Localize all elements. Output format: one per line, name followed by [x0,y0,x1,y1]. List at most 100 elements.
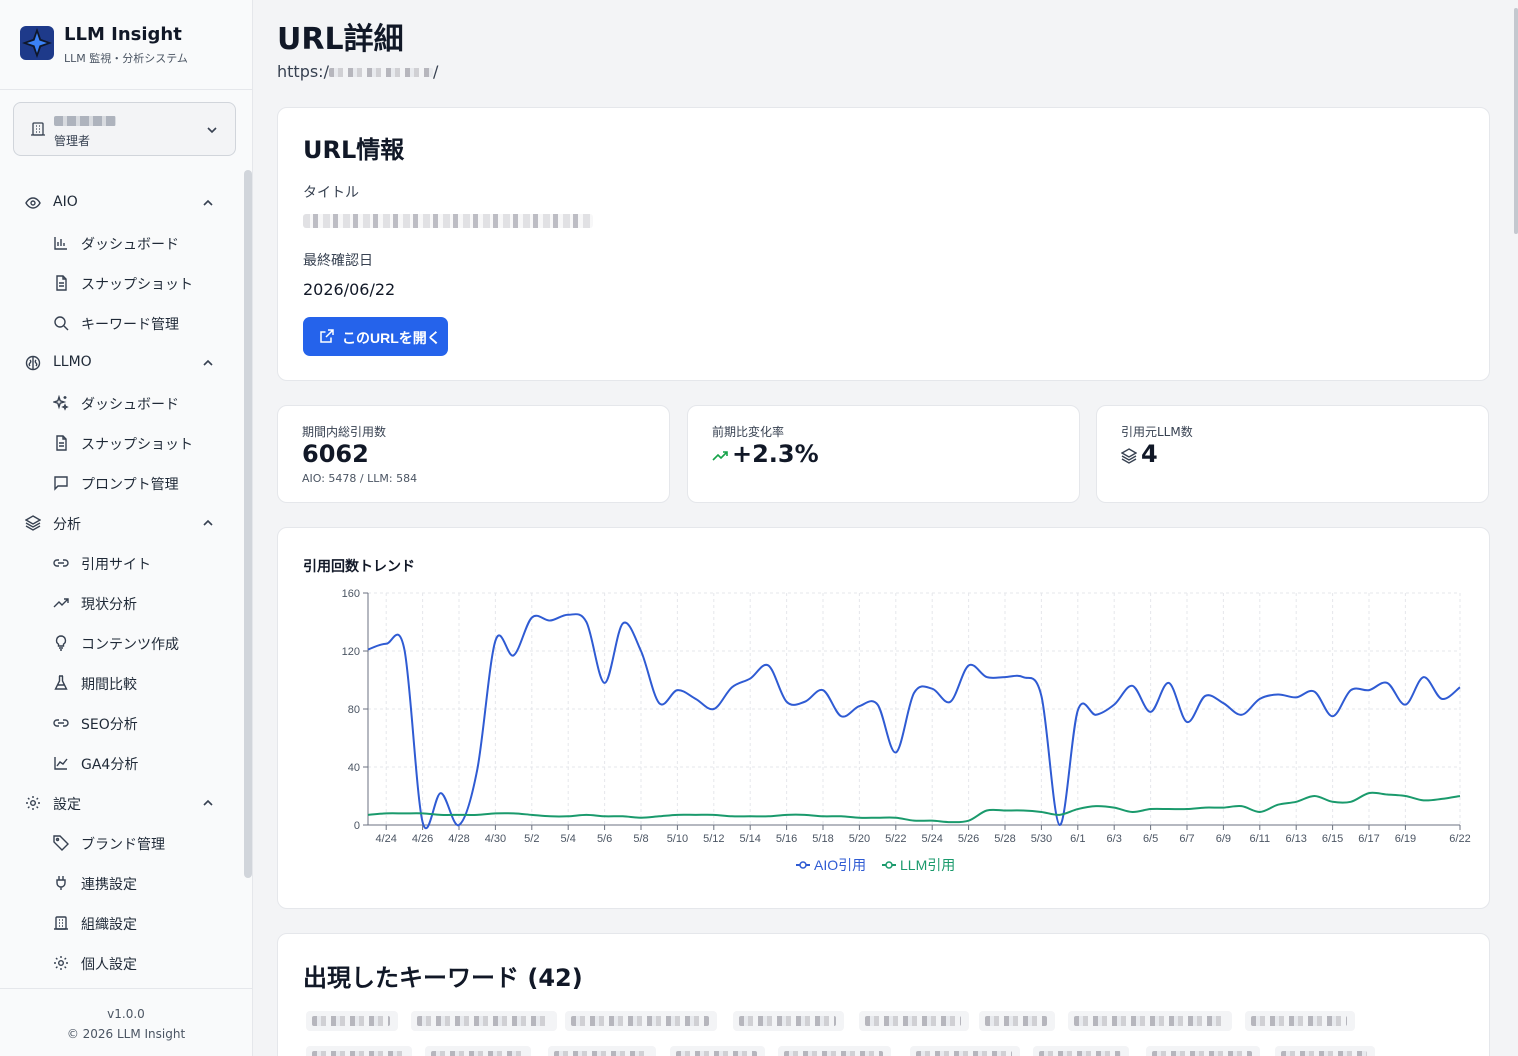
organization-name-redacted [54,116,116,126]
main-scrollbar-thumb[interactable] [1514,8,1518,234]
keyword-chip[interactable] [778,1046,891,1056]
brand-header: LLM Insight LLM 監視・分析システム [0,0,252,90]
keyword-chip[interactable] [1146,1046,1260,1056]
sidebar-item-brand-management[interactable]: ブランド管理 [0,823,244,863]
nav-group-label: AIO [53,194,78,210]
page-url: https:/ / [277,62,438,81]
sidebar-item-cited-sites[interactable]: 引用サイト [0,543,244,583]
sidebar-scrollbar[interactable] [244,170,252,878]
keyword-redacted [985,1016,1047,1026]
nav-group-settings[interactable]: 設定 [0,783,244,823]
url-redacted [328,68,433,77]
sidebar-nav: AIO ダッシュボード スナップショット キーワード管理 LLMO ダッシュボー… [0,170,244,988]
trending-up-icon [712,451,728,461]
search-icon [54,316,69,331]
stat-value: 4 [1141,440,1158,468]
tag-icon [53,835,69,851]
sidebar-item-seo-analysis[interactable]: SEO分析 [0,703,244,743]
x-tick-label: 6/1 [1070,833,1085,845]
open-url-button[interactable]: このURLを開く [303,317,448,356]
keyword-redacted [1281,1051,1367,1056]
keyword-redacted [739,1016,836,1026]
keyword-chip[interactable] [548,1046,656,1056]
bar-chart-icon [54,237,67,250]
sidebar-item-label: ブランド管理 [81,837,165,853]
stat-label: 前期比変化率 [712,425,785,439]
sidebar-item-ga4-analysis[interactable]: GA4分析 [0,743,244,783]
keyword-chip[interactable] [425,1046,531,1056]
link-icon [53,719,69,727]
gear-icon [54,956,68,970]
keywords-title: 出現したキーワード (42) [303,964,583,992]
sidebar-item-organization-settings[interactable]: 組織設定 [0,903,244,943]
link-icon [53,559,69,567]
keyword-chip[interactable] [306,1011,398,1031]
sidebar-item-llmo-snapshot[interactable]: スナップショット [0,423,244,463]
keyword-chip[interactable] [910,1046,1020,1056]
keyword-chip[interactable] [1275,1046,1375,1056]
chevron-down-icon [207,127,217,134]
sidebar-item-content-creation[interactable]: コンテンツ作成 [0,623,244,663]
organization-role: 管理者 [54,134,91,148]
x-tick-label: 5/22 [885,833,906,845]
x-tick-label: 6/22 [1449,833,1470,845]
sidebar-item-current-analysis[interactable]: 現状分析 [0,583,244,623]
citation-trend-card: 引用回数トレンド 0 40 80 120 160 4/24 4/26 4/28 4/30 5/2 5… [277,527,1490,909]
flask-icon [54,675,68,690]
keyword-chip[interactable] [306,1046,412,1056]
chevron-up-icon [203,799,213,806]
document-icon [56,435,67,451]
x-tick-label: 5/18 [812,833,833,845]
sidebar-item-aio-dashboard[interactable]: ダッシュボード [0,223,244,263]
y-tick-label: 0 [354,820,360,832]
url-prefix: https:/ [277,62,329,81]
keyword-chip[interactable] [1033,1046,1129,1056]
sidebar-item-label: 引用サイト [81,557,151,573]
sidebar-item-personal-settings[interactable]: 個人設定 [0,943,244,983]
stat-card-llm-sources: 引用元LLM数 4 [1096,405,1489,503]
x-tick-label: 6/19 [1395,833,1416,845]
sidebar-item-aio-snapshot[interactable]: スナップショット [0,263,244,303]
stat-value: +2.3% [732,440,819,468]
document-icon [56,275,67,291]
app-logo-icon [20,26,54,60]
organization-switcher[interactable]: 管理者 [13,102,236,156]
keyword-chip[interactable] [979,1011,1055,1031]
x-tick-label: 5/30 [1031,833,1052,845]
x-tick-label: 6/7 [1179,833,1194,845]
nav-group-llmo[interactable]: LLMO [0,343,244,383]
sidebar-item-integrations[interactable]: 連携設定 [0,863,244,903]
keyword-redacted [431,1051,523,1056]
sidebar-item-period-comparison[interactable]: 期間比較 [0,663,244,703]
keyword-chip[interactable] [859,1011,969,1031]
app-version: v1.0.0 [107,1007,145,1021]
keyword-redacted [312,1051,404,1056]
sidebar-item-aio-keywords[interactable]: キーワード管理 [0,303,244,343]
y-tick-label: 40 [348,762,360,774]
y-tick-label: 120 [342,646,360,658]
keyword-chip[interactable] [733,1011,844,1031]
chevron-up-icon [203,199,213,206]
keyword-chip[interactable] [565,1011,717,1031]
nav-group-analysis[interactable]: 分析 [0,503,244,543]
last-checked-date: 2026/06/22 [303,280,396,299]
sidebar-item-label: ダッシュボード [81,237,179,253]
citation-trend-chart: 0 40 80 120 160 4/24 4/26 4/28 4/30 5/2 5/4 5/6 5/8 5… [342,588,1471,873]
sidebar-item-label: 組織設定 [81,917,137,933]
x-tick-label: 4/24 [375,833,396,845]
keyword-chip[interactable] [1068,1011,1232,1031]
sidebar-item-llmo-dashboard[interactable]: ダッシュボード [0,383,244,423]
sparkles-icon [53,395,69,411]
sidebar-item-label: コンテンツ作成 [81,637,179,653]
keyword-chip[interactable] [1245,1011,1355,1031]
keywords-card: 出現したキーワード (42) [277,933,1490,1056]
keyword-redacted [784,1051,883,1056]
y-tick-label: 160 [342,588,360,600]
keyword-redacted [1039,1051,1121,1056]
keyword-chip[interactable] [411,1011,557,1031]
nav-group-aio[interactable]: AIO [0,183,244,223]
sidebar-item-llmo-prompts[interactable]: プロンプト管理 [0,463,244,503]
x-tick-label: 5/10 [667,833,688,845]
sidebar-item-label: 期間比較 [81,677,137,693]
keyword-chip[interactable] [670,1046,765,1056]
